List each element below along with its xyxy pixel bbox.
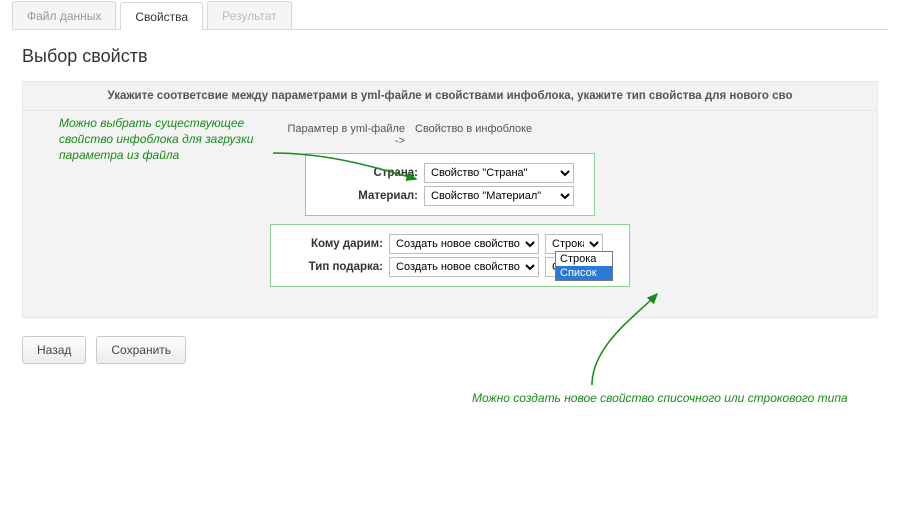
footer-buttons: Назад Сохранить: [22, 336, 878, 364]
properties-panel: Укажите соответсвие между параметрами в …: [22, 81, 878, 318]
page-title: Выбор свойств: [22, 46, 878, 67]
note-existing-property: Можно выбрать существующее свойство инфо…: [59, 115, 269, 164]
property-select-gifttype[interactable]: Создать новое свойство: [389, 257, 539, 277]
col-header-yml: Парамтер в yml-файле ->: [285, 123, 405, 147]
tab-data-file[interactable]: Файл данных: [12, 1, 116, 29]
param-label: Тип подарка:: [279, 261, 389, 273]
param-label: Материал:: [314, 190, 424, 202]
note-new-property: Можно создать новое свойство списочного …: [472, 390, 848, 406]
save-button[interactable]: Сохранить: [96, 336, 186, 364]
tab-properties[interactable]: Свойства: [120, 2, 203, 30]
type-option-string[interactable]: Строка: [556, 252, 612, 266]
tab-result[interactable]: Результат: [207, 1, 292, 29]
panel-instruction: Укажите соответсвие между параметрами в …: [23, 82, 877, 111]
column-headers: Парамтер в yml-файле -> Свойство в инфоб…: [285, 123, 615, 147]
type-dropdown-open[interactable]: Строка Список: [555, 251, 613, 281]
group-existing: Страна: Свойство "Страна" Материал: Свой…: [305, 153, 595, 216]
property-select-country[interactable]: Свойство "Страна": [424, 163, 574, 183]
type-option-list[interactable]: Список: [556, 266, 612, 280]
tabs: Файл данных Свойства Результат: [12, 0, 888, 30]
table-row: Материал: Свойство "Материал": [314, 186, 586, 206]
property-select-recipient[interactable]: Создать новое свойство: [389, 234, 539, 254]
group-new: Кому дарим: Создать новое свойство Строк…: [270, 224, 630, 287]
table-row: Страна: Свойство "Страна": [314, 163, 586, 183]
property-select-material[interactable]: Свойство "Материал": [424, 186, 574, 206]
back-button[interactable]: Назад: [22, 336, 86, 364]
mapping-area: Можно выбрать существующее свойство инфо…: [23, 111, 877, 287]
param-label: Страна:: [314, 167, 424, 179]
col-header-iblock: Свойство в инфоблоке: [415, 123, 615, 147]
param-label: Кому дарим:: [279, 238, 389, 250]
